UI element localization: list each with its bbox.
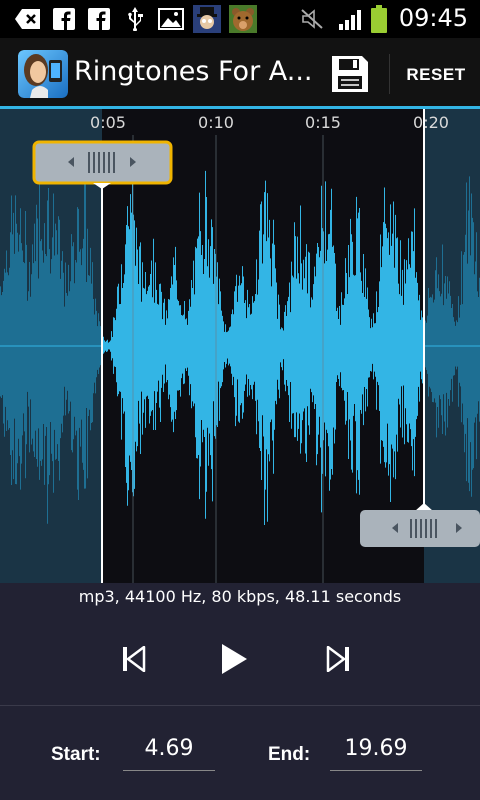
time-marker: 0:10 xyxy=(198,113,234,132)
status-bar: 09:45 xyxy=(0,0,480,38)
time-marker: 0:15 xyxy=(305,113,341,132)
skip-next-icon xyxy=(326,646,349,672)
waveform-canvas[interactable]: 0:05 0:10 0:15 0:20 xyxy=(0,109,480,583)
clock: 09:45 xyxy=(398,4,468,32)
start-time-field[interactable]: 4.69 xyxy=(123,732,215,771)
facebook-icon xyxy=(88,7,110,31)
waveform-area[interactable]: 0:05 0:10 0:15 0:20 xyxy=(0,109,480,583)
play-button[interactable] xyxy=(214,641,254,677)
playback-controls xyxy=(0,611,480,705)
save-button[interactable] xyxy=(330,54,370,94)
bear-icon xyxy=(229,5,257,33)
time-marker: 0:05 xyxy=(90,113,126,132)
reset-button[interactable]: RESET xyxy=(400,60,472,90)
usb-icon xyxy=(124,7,146,31)
end-label: End: xyxy=(268,744,311,765)
app-icon[interactable] xyxy=(18,50,68,98)
skip-next-button[interactable] xyxy=(318,641,358,677)
app-title: Ringtones For A... xyxy=(74,56,313,87)
mute-icon xyxy=(300,7,324,31)
end-time-field[interactable]: 19.69 xyxy=(330,732,422,771)
gallery-icon xyxy=(158,7,184,31)
skip-previous-icon xyxy=(123,646,146,672)
trim-range-panel: Start: 4.69 End: 19.69 xyxy=(0,706,480,800)
file-info: mp3, 44100 Hz, 80 kbps, 48.11 seconds xyxy=(0,583,480,611)
skip-previous-button[interactable] xyxy=(114,641,154,677)
game-icon xyxy=(193,5,221,33)
battery-icon xyxy=(368,5,390,33)
start-marker-handle[interactable] xyxy=(32,140,173,189)
start-label: Start: xyxy=(51,744,101,765)
save-icon xyxy=(332,56,368,92)
back-icon xyxy=(14,7,42,31)
facebook-icon xyxy=(53,7,75,31)
time-marker: 0:20 xyxy=(413,113,449,132)
action-bar-separator xyxy=(389,54,390,94)
play-icon xyxy=(222,644,247,674)
signal-icon xyxy=(337,7,363,31)
